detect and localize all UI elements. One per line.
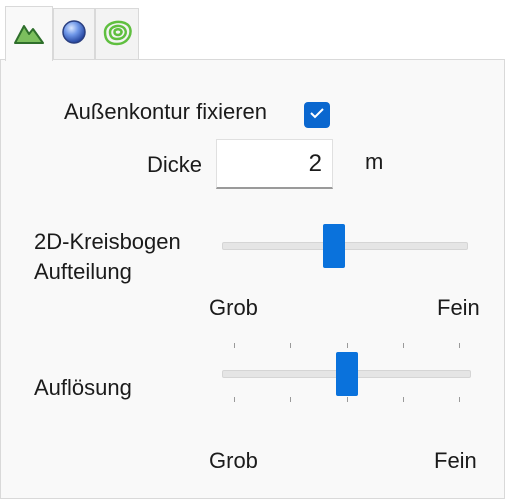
tab-terrain[interactable] bbox=[5, 6, 53, 61]
sphere-icon bbox=[60, 18, 88, 51]
arc-division-thumb[interactable] bbox=[323, 224, 345, 268]
resolution-tick-bottom bbox=[234, 397, 235, 402]
tab-strip bbox=[0, 0, 517, 61]
resolution-tick-top bbox=[290, 343, 291, 348]
fix-outline-label: Außenkontur fixieren bbox=[64, 99, 267, 124]
thickness-label: Dicke bbox=[147, 152, 203, 177]
arc-division-track bbox=[222, 242, 468, 250]
arc-division-label-line1: 2D-Kreisbogen bbox=[34, 229, 181, 254]
settings-panel: Außenkontur fixieren Dicke 2 m 2D-Kreisb… bbox=[0, 59, 505, 499]
fix-outline-checkbox[interactable] bbox=[304, 102, 330, 128]
arc-division-max-label: Fein bbox=[437, 295, 480, 320]
tab-sphere[interactable] bbox=[53, 8, 95, 60]
resolution-tick-top bbox=[347, 343, 348, 348]
resolution-slider[interactable] bbox=[222, 343, 471, 405]
resolution-thumb[interactable] bbox=[336, 352, 358, 396]
resolution-tick-top bbox=[459, 343, 460, 348]
terrain-mountain-icon bbox=[13, 17, 45, 52]
resolution-tick-bottom bbox=[347, 397, 348, 402]
resolution-max-label: Fein bbox=[434, 448, 477, 473]
thickness-input[interactable]: 2 bbox=[216, 139, 333, 189]
arc-division-slider[interactable] bbox=[222, 220, 468, 272]
resolution-tick-top bbox=[403, 343, 404, 348]
resolution-min-label: Grob bbox=[209, 448, 258, 473]
contour-lines-icon bbox=[99, 16, 135, 53]
arc-division-label-line2: Aufteilung bbox=[34, 259, 132, 284]
resolution-tick-bottom bbox=[459, 397, 460, 402]
resolution-tick-top bbox=[234, 343, 235, 348]
tab-contour[interactable] bbox=[95, 8, 139, 60]
thickness-unit: m bbox=[365, 149, 384, 174]
checkmark-icon bbox=[309, 106, 325, 125]
resolution-label: Auflösung bbox=[34, 375, 132, 400]
arc-division-min-label: Grob bbox=[209, 295, 258, 320]
resolution-tick-bottom bbox=[403, 397, 404, 402]
resolution-tick-bottom bbox=[290, 397, 291, 402]
